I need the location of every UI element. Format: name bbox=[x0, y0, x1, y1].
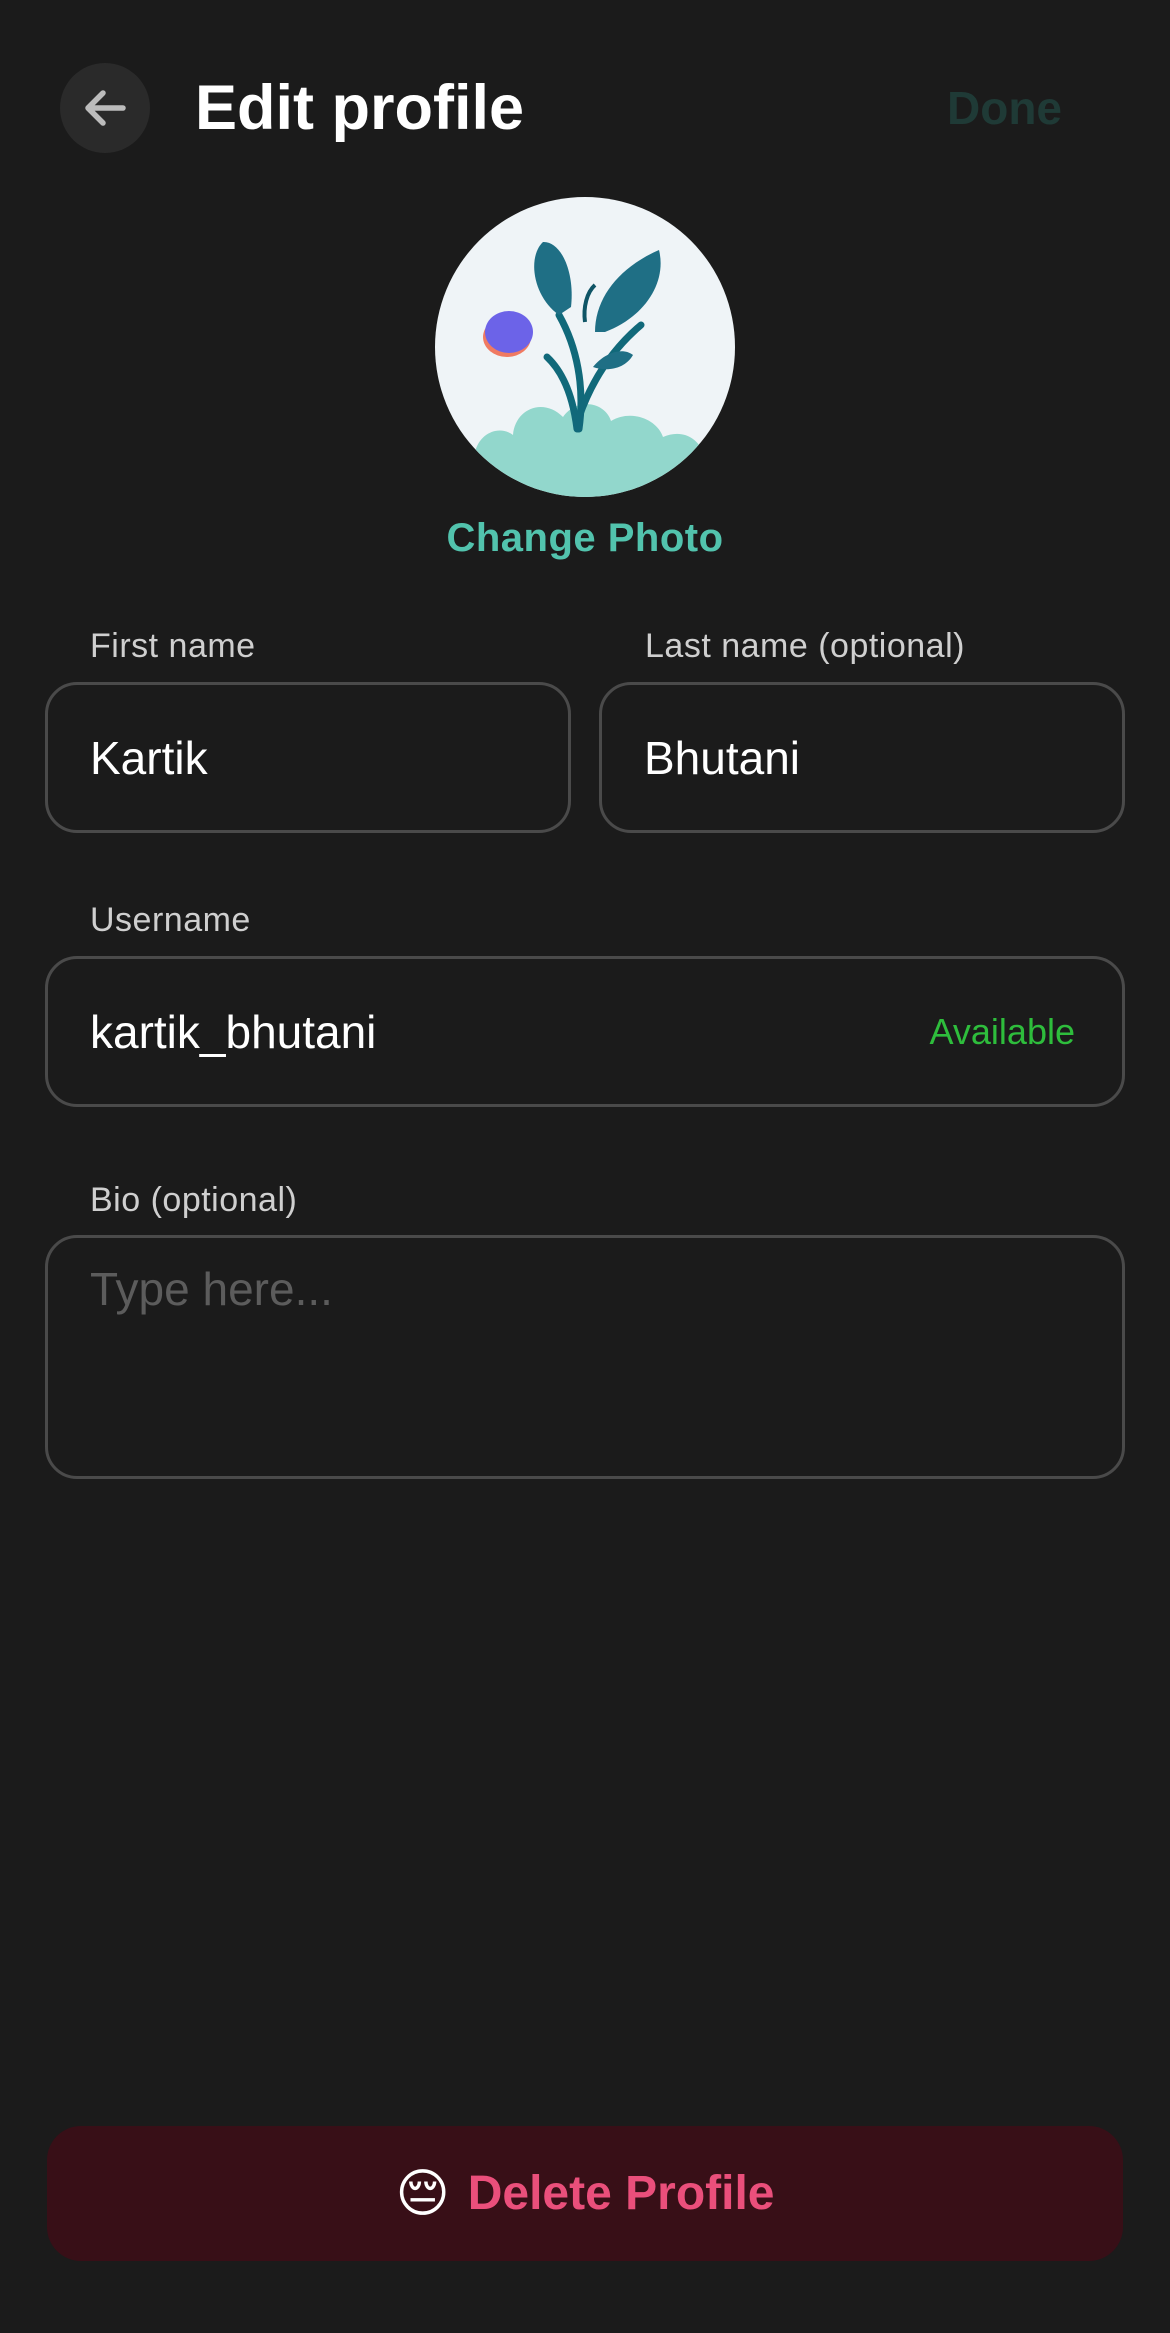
change-photo-button[interactable]: Change Photo bbox=[0, 512, 1170, 564]
last-name-label: Last name (optional) bbox=[645, 627, 965, 665]
first-name-value: Kartik bbox=[90, 731, 208, 784]
done-button[interactable]: Done bbox=[947, 78, 1062, 138]
first-name-label: First name bbox=[90, 627, 256, 665]
username-value: kartik_bhutani bbox=[90, 1005, 377, 1058]
last-name-field[interactable]: Bhutani bbox=[599, 682, 1125, 833]
back-button[interactable] bbox=[60, 63, 150, 153]
sad-face-icon: 😔 bbox=[395, 2164, 450, 2223]
username-field[interactable]: kartik_bhutani Available bbox=[45, 956, 1125, 1107]
avatar[interactable] bbox=[435, 197, 735, 497]
bio-label: Bio (optional) bbox=[90, 1181, 298, 1219]
delete-profile-label: Delete Profile bbox=[467, 2166, 775, 2220]
plant-illustration bbox=[467, 241, 703, 497]
username-label: Username bbox=[90, 901, 251, 939]
first-name-field[interactable]: Kartik bbox=[45, 682, 571, 833]
delete-profile-button[interactable]: 😔 Delete Profile bbox=[47, 2126, 1123, 2261]
page-title: Edit profile bbox=[195, 73, 524, 143]
username-availability-status: Available bbox=[929, 1010, 1075, 1052]
arrow-left-icon bbox=[85, 90, 126, 126]
bio-placeholder: Type here... bbox=[90, 1263, 333, 1315]
last-name-value: Bhutani bbox=[644, 731, 801, 784]
bio-field[interactable]: Type here... bbox=[45, 1235, 1125, 1479]
